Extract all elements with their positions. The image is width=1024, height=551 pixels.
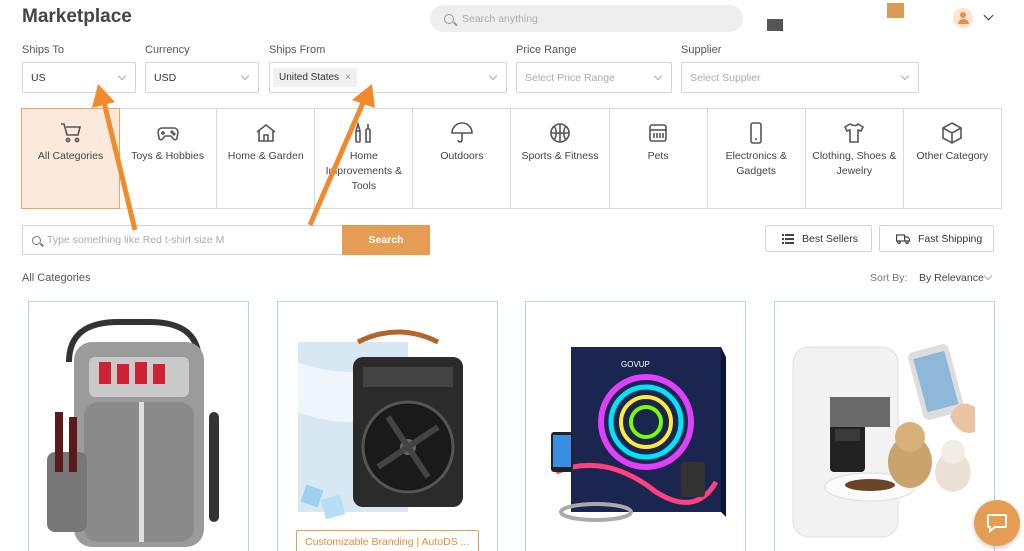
currency-select[interactable]: USD xyxy=(145,62,259,93)
box-icon xyxy=(942,122,963,144)
chevron-down-icon[interactable] xyxy=(983,271,993,281)
category-label: Outdoors xyxy=(440,150,484,162)
chevron-down-icon xyxy=(488,71,498,81)
search-icon xyxy=(32,235,41,245)
close-icon[interactable]: × xyxy=(345,72,351,83)
chevron-down-icon xyxy=(117,71,127,81)
dark-square-marker xyxy=(767,19,783,31)
supplier-select[interactable]: Select Supplier xyxy=(681,62,919,93)
svg-text:GOVUP: GOVUP xyxy=(621,360,650,369)
price-range-label: Price Range xyxy=(516,44,577,56)
chat-icon xyxy=(987,514,1007,533)
ships-to-select[interactable]: US xyxy=(22,62,136,93)
chat-button[interactable] xyxy=(974,500,1020,546)
category-label: Sports & Fitness xyxy=(521,150,599,162)
product-card[interactable]: GOVUP xyxy=(525,301,746,551)
search-button[interactable]: Search xyxy=(342,225,430,255)
umbrella-icon xyxy=(451,122,473,143)
category-label: Pets xyxy=(647,150,669,162)
currency-value: USD xyxy=(154,71,177,84)
category-pets[interactable]: Pets xyxy=(610,109,708,208)
section-title: All Categories xyxy=(22,272,91,284)
global-search-bar[interactable] xyxy=(430,5,743,32)
page-title: Marketplace xyxy=(22,6,132,27)
price-range-select[interactable]: Select Price Range xyxy=(516,62,672,93)
product-badge: Customizable Branding | AutoDS ... xyxy=(296,530,479,551)
search-icon xyxy=(444,13,454,24)
orange-square-marker xyxy=(887,3,904,18)
currency-label: Currency xyxy=(145,44,190,56)
supplier-placeholder: Select Supplier xyxy=(690,71,761,84)
house-icon xyxy=(256,123,276,142)
category-label: Home & Garden xyxy=(227,150,304,162)
ball-icon xyxy=(550,123,570,143)
phone-icon xyxy=(750,122,763,144)
product-image-pet-feeder xyxy=(792,344,975,538)
avatar[interactable] xyxy=(953,8,973,28)
category-clothing-shoes-jewelry[interactable]: Clothing, Shoes & Jewelry xyxy=(806,109,904,208)
category-other[interactable]: Other Category xyxy=(904,109,1001,208)
product-image-mini-air-cooler xyxy=(298,329,463,520)
ships-from-select[interactable]: United States × xyxy=(269,62,507,93)
supplier-label: Supplier xyxy=(681,44,722,56)
chevron-down-icon[interactable] xyxy=(983,10,994,21)
fast-shipping-button[interactable]: Fast Shipping xyxy=(879,225,994,252)
product-image-led-strip: GOVUP xyxy=(551,347,726,522)
category-bar: All Categories Toys & Hobbies Home & Gar… xyxy=(21,108,1002,209)
category-outdoors[interactable]: Outdoors xyxy=(413,109,512,208)
category-toys-hobbies[interactable]: Toys & Hobbies xyxy=(119,109,218,208)
category-home-improvements-tools[interactable]: Home Improvements & Tools xyxy=(315,109,414,208)
best-sellers-label: Best Sellers xyxy=(802,232,859,245)
category-label: All Categories xyxy=(37,150,104,162)
product-image-cooler-backpack xyxy=(47,319,219,547)
sort-by-label: Sort By: xyxy=(870,272,908,284)
product-search-field[interactable] xyxy=(22,225,342,255)
product-card[interactable] xyxy=(28,301,249,551)
product-search-bar: Search xyxy=(22,225,430,255)
category-label: Electronics & Gadgets xyxy=(725,150,787,177)
ships-from-label: Ships From xyxy=(269,44,326,56)
global-search-input[interactable] xyxy=(462,12,712,25)
chevron-down-icon xyxy=(240,71,250,81)
list-icon xyxy=(782,233,794,244)
tools-icon xyxy=(355,121,371,143)
price-range-placeholder: Select Price Range xyxy=(525,71,615,84)
ships-from-tag: United States × xyxy=(273,68,357,87)
category-sports-fitness[interactable]: Sports & Fitness xyxy=(511,109,610,208)
category-label: Home Improvements & Tools xyxy=(325,150,403,192)
chevron-down-icon xyxy=(900,71,910,81)
truck-icon xyxy=(896,233,910,244)
ships-to-value: US xyxy=(31,71,46,84)
category-label: Clothing, Shoes & Jewelry xyxy=(812,150,897,177)
category-electronics-gadgets[interactable]: Electronics & Gadgets xyxy=(708,109,806,208)
cart-icon xyxy=(60,123,81,143)
category-home-garden[interactable]: Home & Garden xyxy=(217,109,316,208)
ships-to-label: Ships To xyxy=(22,44,64,56)
product-card[interactable] xyxy=(774,301,995,551)
sort-select[interactable]: By Relevance xyxy=(919,272,984,284)
category-all[interactable]: All Categories xyxy=(21,108,121,209)
product-search-input[interactable] xyxy=(47,234,327,246)
pet-crate-icon xyxy=(649,124,667,142)
gamepad-icon xyxy=(156,127,179,141)
fast-shipping-label: Fast Shipping xyxy=(918,232,983,245)
category-label: Toys & Hobbies xyxy=(131,150,205,162)
ships-from-tag-label: United States xyxy=(279,72,340,83)
category-label: Other Category xyxy=(916,150,989,162)
shirt-icon xyxy=(844,122,865,143)
product-card[interactable] xyxy=(277,301,498,551)
chevron-down-icon xyxy=(653,71,663,81)
best-sellers-button[interactable]: Best Sellers xyxy=(765,225,872,252)
